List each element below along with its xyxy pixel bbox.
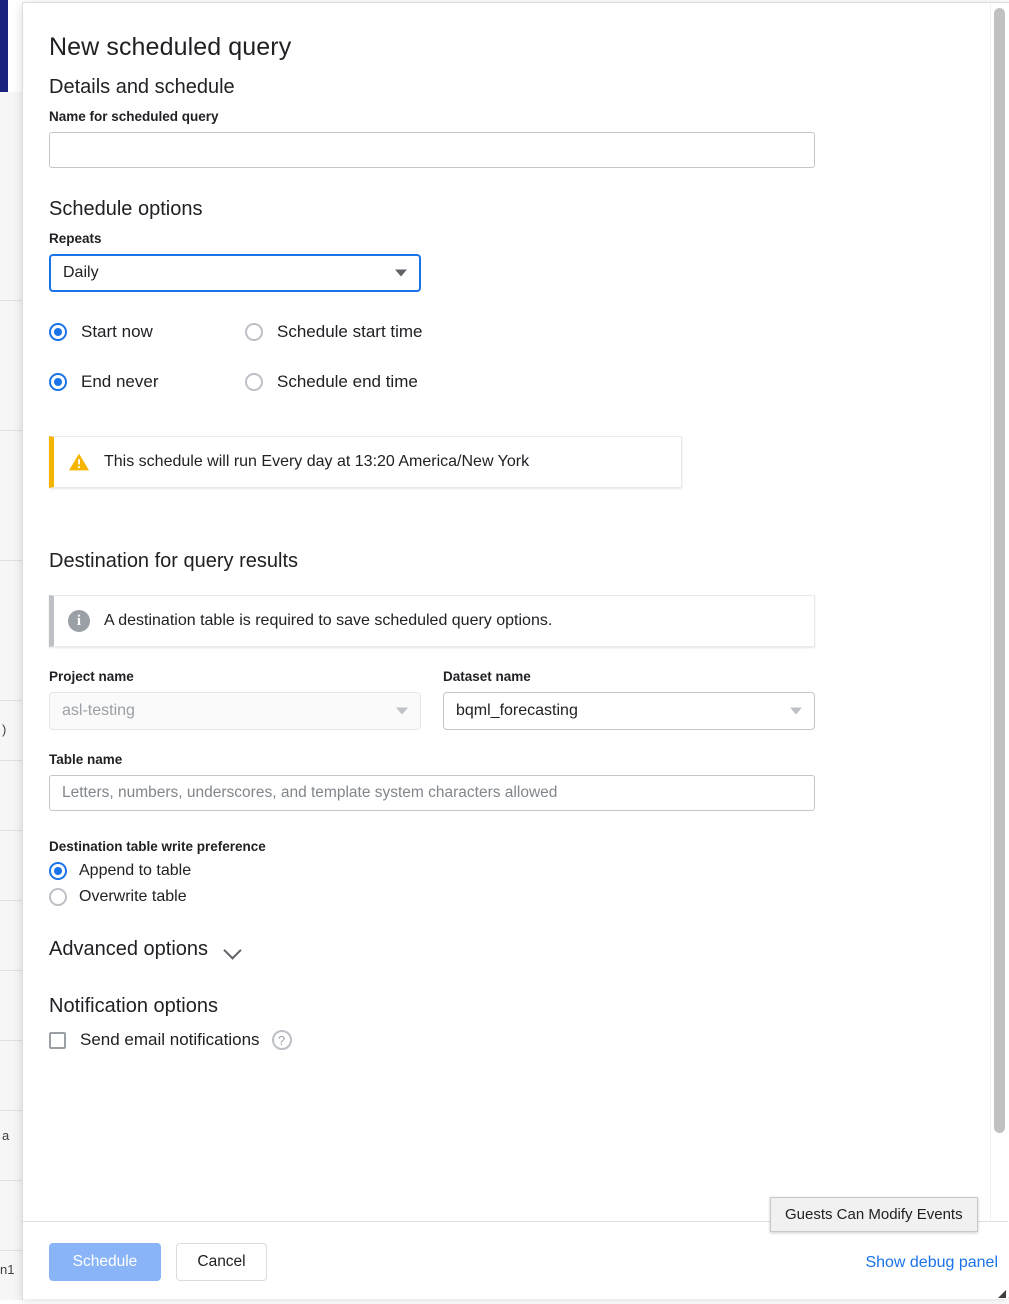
radio-end-never[interactable]: End never xyxy=(49,372,245,392)
start-options-row: Start now Schedule start time xyxy=(49,322,980,342)
background-row-divider xyxy=(0,1040,22,1041)
help-circle-icon[interactable]: ? xyxy=(272,1030,292,1050)
background-row-divider xyxy=(0,970,22,971)
background-row-divider xyxy=(0,560,22,561)
schedule-warning-banner: This schedule will run Every day at 13:2… xyxy=(49,436,682,488)
project-name-group: Project name asl-testing xyxy=(49,669,421,730)
repeats-select[interactable]: Daily xyxy=(49,254,421,292)
background-ghost-text: ) xyxy=(2,722,20,737)
project-name-value: asl-testing xyxy=(62,702,135,720)
background-row-divider xyxy=(0,700,22,701)
guests-can-modify-events-tooltip: Guests Can Modify Events xyxy=(770,1197,978,1232)
destination-section-heading: Destination for query results xyxy=(49,550,980,573)
page-title: New scheduled query xyxy=(49,33,980,62)
details-section-heading: Details and schedule xyxy=(49,76,980,99)
project-name-label: Project name xyxy=(49,669,421,684)
project-dataset-row: Project name asl-testing Dataset name bq… xyxy=(49,669,980,730)
info-circle-icon: i xyxy=(68,610,90,632)
chevron-down-icon xyxy=(395,270,407,277)
background-row-divider xyxy=(0,1180,22,1181)
send-email-notifications-label: Send email notifications xyxy=(80,1030,260,1050)
radio-indicator xyxy=(49,373,67,391)
background-ghost-text: n1 xyxy=(0,1262,20,1277)
radio-indicator xyxy=(245,323,263,341)
destination-info-text: A destination table is required to save … xyxy=(104,612,552,630)
background-row-divider xyxy=(0,430,22,431)
notification-options-heading: Notification options xyxy=(49,995,980,1018)
background-ghost-text: a xyxy=(2,1128,20,1143)
radio-append-to-table[interactable]: Append to table xyxy=(49,862,980,880)
background-row-divider xyxy=(0,760,22,761)
radio-append-label: Append to table xyxy=(79,862,191,880)
write-preference-label: Destination table write preference xyxy=(49,839,980,854)
radio-overwrite-label: Overwrite table xyxy=(79,888,187,906)
background-row-divider xyxy=(0,300,22,301)
schedule-warning-text: This schedule will run Every day at 13:2… xyxy=(104,453,529,471)
chevron-down-icon xyxy=(396,708,408,715)
radio-schedule-start-time[interactable]: Schedule start time xyxy=(245,322,423,342)
dataset-name-group: Dataset name bqml_forecasting xyxy=(443,669,815,730)
radio-indicator xyxy=(245,373,263,391)
background-row-divider xyxy=(0,830,22,831)
radio-schedule-end-time[interactable]: Schedule end time xyxy=(245,372,418,392)
dialog-scrollbar[interactable] xyxy=(990,3,1008,1221)
dialog-scrollbar-thumb[interactable] xyxy=(994,8,1005,1133)
chevron-down-icon xyxy=(224,941,242,959)
dataset-name-label: Dataset name xyxy=(443,669,815,684)
destination-info-banner: i A destination table is required to sav… xyxy=(49,595,815,647)
table-name-label: Table name xyxy=(49,752,980,767)
end-options-row: End never Schedule end time xyxy=(49,372,980,392)
send-email-notifications-checkbox[interactable] xyxy=(49,1032,66,1049)
radio-overwrite-table[interactable]: Overwrite table xyxy=(49,888,980,906)
new-scheduled-query-dialog: New scheduled query Details and schedule… xyxy=(22,2,1009,1298)
scheduled-query-name-input[interactable] xyxy=(49,132,815,168)
radio-end-never-label: End never xyxy=(81,372,159,392)
advanced-options-toggle[interactable]: Advanced options xyxy=(49,938,980,961)
cancel-button[interactable]: Cancel xyxy=(176,1243,267,1281)
chevron-down-icon xyxy=(790,708,802,715)
dataset-name-value: bqml_forecasting xyxy=(456,702,578,720)
radio-start-now[interactable]: Start now xyxy=(49,322,245,342)
radio-indicator xyxy=(49,888,67,906)
warning-triangle-icon xyxy=(68,452,90,472)
project-name-select[interactable]: asl-testing xyxy=(49,692,421,730)
dialog-footer: Schedule Cancel Show debug panel xyxy=(23,1221,1008,1299)
radio-schedule-end-time-label: Schedule end time xyxy=(277,372,418,392)
background-side-strip xyxy=(0,92,23,1300)
radio-schedule-start-time-label: Schedule start time xyxy=(277,322,423,342)
send-email-notifications-row[interactable]: Send email notifications ? xyxy=(49,1030,980,1050)
radio-indicator xyxy=(49,862,67,880)
name-field-label: Name for scheduled query xyxy=(49,109,980,124)
background-row-divider xyxy=(0,900,22,901)
dialog-scroll-body: New scheduled query Details and schedule… xyxy=(23,3,1008,1221)
show-debug-panel-link[interactable]: Show debug panel xyxy=(865,1254,998,1272)
window-resize-grip[interactable] xyxy=(993,1285,1007,1299)
schedule-button[interactable]: Schedule xyxy=(49,1243,161,1281)
dataset-name-select[interactable]: bqml_forecasting xyxy=(443,692,815,730)
background-row-divider xyxy=(0,1110,22,1111)
advanced-options-heading: Advanced options xyxy=(49,938,208,961)
table-name-input[interactable] xyxy=(49,775,815,811)
background-row-divider xyxy=(0,1250,22,1251)
background-navbar xyxy=(0,0,8,92)
repeats-select-value: Daily xyxy=(63,264,99,282)
radio-start-now-label: Start now xyxy=(81,322,153,342)
repeats-label: Repeats xyxy=(49,231,980,246)
schedule-options-heading: Schedule options xyxy=(49,198,980,221)
radio-indicator xyxy=(49,323,67,341)
